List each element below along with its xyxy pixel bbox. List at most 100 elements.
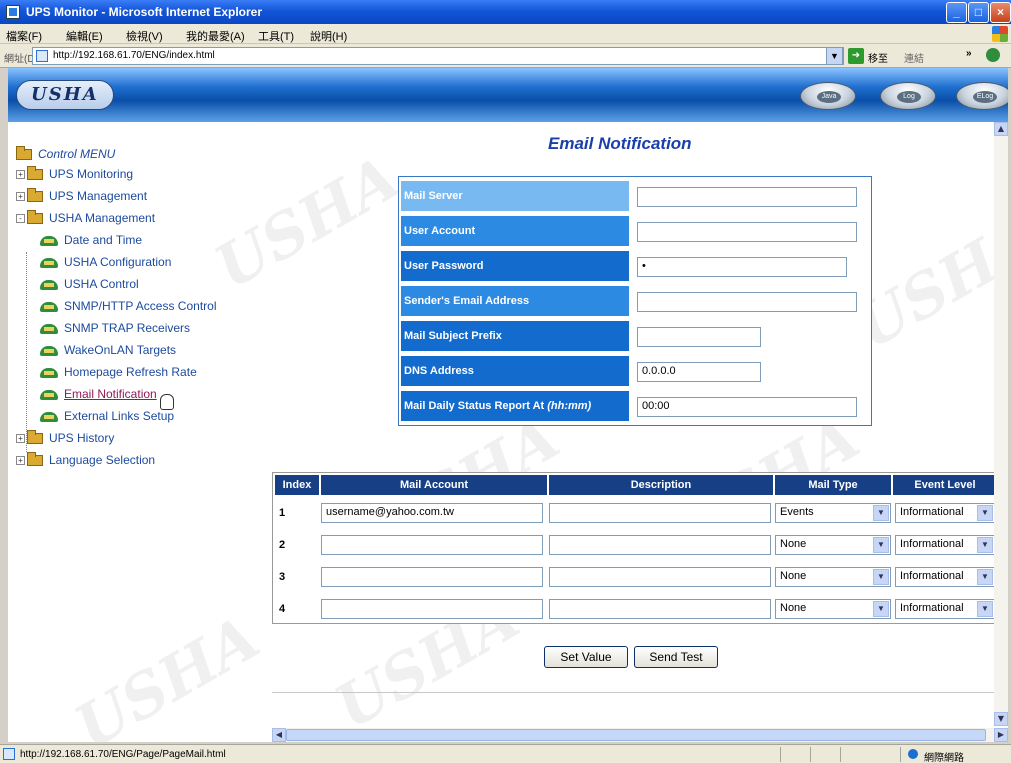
minimize-button[interactable]: _ (946, 2, 967, 23)
tree-item-label: Date and Time (64, 233, 143, 247)
mail-type-select[interactable]: None ▼ (775, 599, 891, 619)
set-value-button[interactable]: Set Value (544, 646, 628, 668)
mail-account-input[interactable] (321, 567, 543, 587)
tree-group-language-selection[interactable]: + Language Selection (16, 450, 155, 470)
menu-view[interactable]: 檢視(V) (126, 28, 163, 44)
vertical-scrollbar[interactable]: ▲ ▼ (994, 122, 1008, 726)
folder-icon (27, 452, 43, 467)
scroll-left-icon[interactable]: ◀ (272, 728, 286, 742)
go-button-label[interactable]: 移至 (868, 50, 888, 65)
tree-item-external-links-setup[interactable]: External Links Setup (40, 406, 174, 426)
form-row-user-password: User Password • (399, 249, 873, 283)
menu-file[interactable]: 檔案(F) (6, 28, 42, 44)
tree-group-ups-management[interactable]: + UPS Management (16, 186, 147, 206)
ups-page-icon (40, 366, 58, 380)
tree-item-date-and-time[interactable]: Date and Time (40, 230, 142, 250)
description-input[interactable] (549, 599, 771, 619)
log-button[interactable]: Log (880, 82, 936, 110)
tree-group-ups-monitoring[interactable]: + UPS Monitoring (16, 164, 133, 184)
mail-account-input[interactable] (321, 535, 543, 555)
tree-item-usha-control[interactable]: USHA Control (40, 274, 139, 294)
page-icon (3, 748, 15, 760)
menu-favorites[interactable]: 我的最愛(A) (186, 28, 245, 44)
event-level-value: Informational (900, 570, 964, 582)
menu-tools[interactable]: 工具(T) (258, 28, 294, 44)
menu-help[interactable]: 說明(H) (310, 28, 347, 44)
go-arrow-icon[interactable]: ➜ (848, 48, 864, 64)
horizontal-scrollbar[interactable]: ◀ ▶ (272, 728, 1008, 742)
mail-server-input[interactable] (637, 187, 857, 207)
tree-group-usha-management[interactable]: - USHA Management (16, 208, 155, 228)
mail-type-value: None (780, 602, 807, 614)
mail-type-select[interactable]: None ▼ (775, 535, 891, 555)
tree-item-usha-configuration[interactable]: USHA Configuration (40, 252, 171, 272)
maximize-button[interactable]: □ (968, 2, 989, 23)
tree-item-snmp-http-access-control[interactable]: SNMP/HTTP Access Control (40, 296, 216, 316)
watermark: USHA (63, 602, 272, 742)
tree-item-label: Email Notification (64, 387, 157, 401)
email-settings-form: Mail Server User Account User Password •… (398, 176, 872, 426)
dns-address-input[interactable]: 0.0.0.0 (637, 362, 761, 382)
event-level-select[interactable]: Informational ▼ (895, 567, 995, 587)
scroll-thumb[interactable] (286, 729, 986, 741)
chevron-down-icon[interactable]: ▼ (873, 601, 889, 617)
chevron-down-icon[interactable]: ▼ (873, 505, 889, 521)
ups-page-icon (40, 256, 58, 270)
event-level-select[interactable]: Informational ▼ (895, 503, 995, 523)
daily-report-input[interactable]: 00:00 (637, 397, 857, 417)
tree-root[interactable]: Control MENU (16, 144, 115, 164)
scroll-right-icon[interactable]: ▶ (994, 728, 1008, 742)
user-account-input[interactable] (637, 222, 857, 242)
expand-icon[interactable]: + (16, 456, 25, 466)
menu-edit[interactable]: 編輯(E) (66, 28, 103, 44)
links-label[interactable]: 連結 (904, 50, 924, 65)
sender-email-input[interactable] (637, 292, 857, 312)
address-dropdown-button[interactable]: ▼ (826, 47, 843, 65)
form-row-sender-email: Sender's Email Address (399, 284, 873, 318)
tree-item-wakeonlan-targets[interactable]: WakeOnLAN Targets (40, 340, 176, 360)
send-test-button[interactable]: Send Test (634, 646, 718, 668)
row-index: 1 (279, 507, 286, 519)
expand-icon[interactable]: + (16, 192, 25, 202)
links-more-chevron[interactable]: » (966, 48, 972, 59)
description-input[interactable] (549, 567, 771, 587)
form-row-subject-prefix: Mail Subject Prefix (399, 319, 873, 353)
mail-account-input[interactable]: username@yahoo.com.tw (321, 503, 543, 523)
event-level-select[interactable]: Informational ▼ (895, 599, 995, 619)
chevron-down-icon[interactable]: ▼ (977, 505, 993, 521)
description-input[interactable] (549, 503, 771, 523)
collapse-icon[interactable]: - (16, 214, 25, 224)
java-button[interactable]: Java (800, 82, 856, 110)
toolbar-extension-icon[interactable] (986, 48, 1000, 62)
daily-report-format: (hh:mm) (547, 400, 592, 412)
col-header-mail-type: Mail Type (775, 475, 891, 495)
mail-account-input[interactable] (321, 599, 543, 619)
tree-group-label: UPS Monitoring (49, 167, 134, 181)
sender-email-label: Sender's Email Address (401, 286, 629, 316)
expand-icon[interactable]: + (16, 434, 25, 444)
scroll-down-icon[interactable]: ▼ (994, 712, 1008, 726)
mail-type-select[interactable]: None ▼ (775, 567, 891, 587)
chevron-down-icon[interactable]: ▼ (977, 601, 993, 617)
address-input[interactable]: http://192.168.61.70/ENG/index.html (32, 47, 844, 65)
tree-item-snmp-trap-receivers[interactable]: SNMP TRAP Receivers (40, 318, 190, 338)
chevron-down-icon[interactable]: ▼ (977, 569, 993, 585)
close-button[interactable]: × (990, 2, 1011, 23)
subject-prefix-input[interactable] (637, 327, 761, 347)
tree-group-ups-history[interactable]: + UPS History (16, 428, 114, 448)
description-input[interactable] (549, 535, 771, 555)
expand-icon[interactable]: + (16, 170, 25, 180)
chevron-down-icon[interactable]: ▼ (873, 537, 889, 553)
log-label: Log (897, 91, 921, 103)
status-text: http://192.168.61.70/ENG/Page/PageMail.h… (20, 749, 226, 760)
tree-item-email-notification[interactable]: Email Notification (40, 384, 157, 404)
status-divider (810, 747, 811, 762)
event-level-select[interactable]: Informational ▼ (895, 535, 995, 555)
elog-button[interactable]: ELog (956, 82, 1008, 110)
chevron-down-icon[interactable]: ▼ (977, 537, 993, 553)
mail-type-select[interactable]: Events ▼ (775, 503, 891, 523)
user-password-input[interactable]: • (637, 257, 847, 277)
tree-item-homepage-refresh-rate[interactable]: Homepage Refresh Rate (40, 362, 197, 382)
chevron-down-icon[interactable]: ▼ (873, 569, 889, 585)
scroll-up-icon[interactable]: ▲ (994, 122, 1008, 136)
